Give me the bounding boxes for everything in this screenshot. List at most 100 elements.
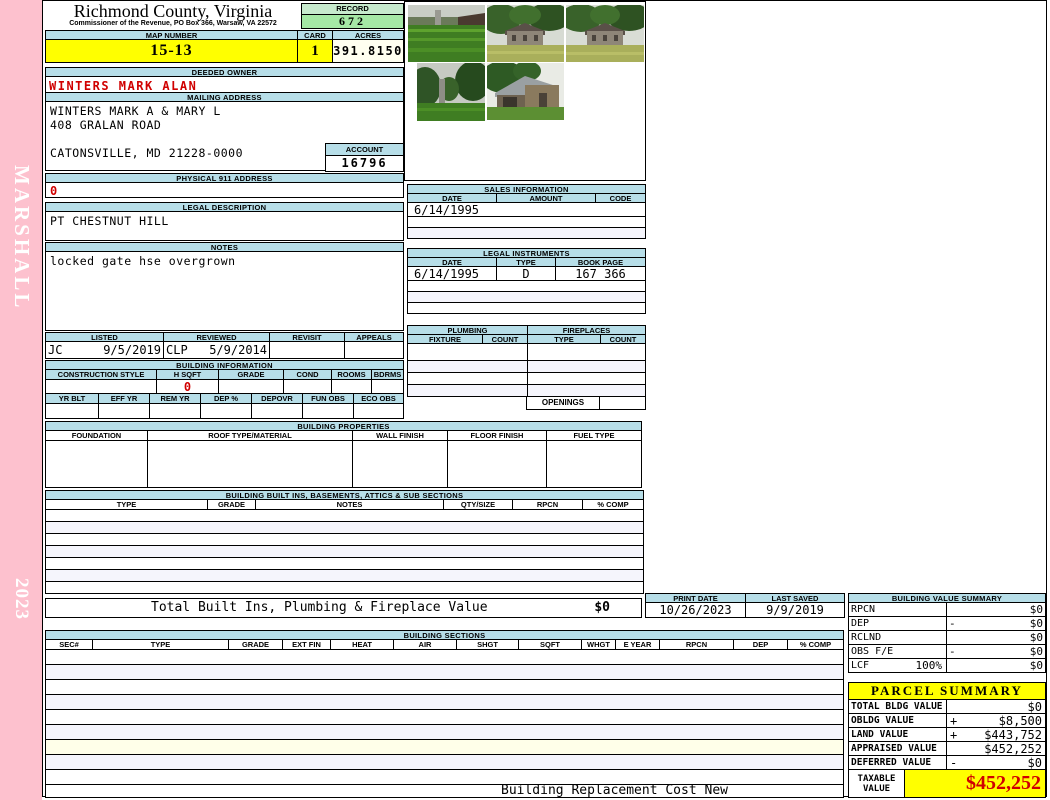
col-bi-comp: % COMP xyxy=(582,500,643,509)
col-floor-finish: FLOOR FINISH xyxy=(447,431,546,440)
col-rooms: ROOMS xyxy=(331,370,371,379)
bvs-lcf-cell: LCF 100% xyxy=(849,659,946,672)
bvs-row: RCLND $0 xyxy=(848,630,1046,645)
col-sqft: SQFT xyxy=(518,640,581,649)
col-ext-fin: EXT FIN xyxy=(282,640,330,649)
col-bs-comp: % COMP xyxy=(787,640,843,649)
barn-photo[interactable] xyxy=(487,63,564,120)
farmhouse-photo-1[interactable] xyxy=(487,5,564,62)
bvs-op: - xyxy=(949,617,956,630)
col-foundation: FOUNDATION xyxy=(46,431,147,440)
bvs-value: $0 xyxy=(1029,631,1043,644)
account-value: 16796 xyxy=(341,156,388,170)
acres-label: ACRES xyxy=(332,31,403,39)
plumbing-row-empty xyxy=(407,343,646,361)
col-eyear: E YEAR xyxy=(615,640,659,649)
parcel-label: OBLDG VALUE xyxy=(851,715,914,726)
col-sale-amount: AMOUNT xyxy=(496,194,595,202)
built-ins-total-row: Total Built Ins, Plumbing & Fireplace Va… xyxy=(45,598,642,618)
bvs-label: OBS F/E xyxy=(851,646,894,657)
page-subtitle: Commissioner of the Revenue, PO Box 366,… xyxy=(69,20,277,27)
parcel-label: APPRAISED VALUE xyxy=(851,743,937,754)
building-sections-row-empty xyxy=(45,724,844,740)
hsqft-value: 0 xyxy=(156,380,218,393)
col-fixture-count: COUNT xyxy=(482,335,527,343)
revisit-cell xyxy=(269,342,344,358)
appeals-cell xyxy=(344,342,403,358)
parcel-value-cell: + $8,500 xyxy=(946,714,1045,727)
col-yr-blt: YR BLT xyxy=(46,394,98,403)
map-card-acres-values: 15-13 1 391.8150 xyxy=(45,39,404,63)
openings-label: OPENINGS xyxy=(527,397,600,409)
taxable-value-amount: $452,252 xyxy=(904,770,1045,797)
parcel-row: LAND VALUE + $443,752 xyxy=(848,727,1046,742)
parcel-value-cell: $452,252 xyxy=(946,742,1045,755)
col-bs-dep: DEP xyxy=(733,640,787,649)
bvs-row: DEP - $0 xyxy=(848,616,1046,631)
col-listed: LISTED xyxy=(46,333,163,341)
mailing-line: 408 GRALAN ROAD xyxy=(50,118,162,132)
col-sec: SEC# xyxy=(46,640,92,649)
listed-date: 9/5/2019 xyxy=(103,343,161,357)
map-number-value: 15-13 xyxy=(46,40,297,62)
col-sale-code: CODE xyxy=(595,194,645,202)
bvs-label: RCLND xyxy=(851,632,882,643)
col-hsqft: H SQFT xyxy=(156,370,218,379)
bvs-row: OBS F/E - $0 xyxy=(848,644,1046,659)
col-bs-rpcn: RPCN xyxy=(659,640,733,649)
building-sections-row-empty xyxy=(45,754,844,770)
parcel-row: OBLDG VALUE + $8,500 xyxy=(848,713,1046,728)
parcel-value: $452,252 xyxy=(984,742,1042,755)
bvs-value: $0 xyxy=(1029,659,1043,672)
building-replacement-footer: Building Replacement Cost New xyxy=(45,784,844,798)
parcel-label: LAND VALUE xyxy=(851,729,909,740)
col-eff-yr: EFF YR xyxy=(98,394,149,403)
col-air: AIR xyxy=(393,640,456,649)
bvs-op: - xyxy=(949,645,956,658)
instrument-date: 6/14/1995 xyxy=(414,267,480,280)
legal-instrument-row: 6/14/1995 D 167 366 xyxy=(407,266,646,281)
building-properties-values xyxy=(45,440,642,488)
col-fun-obs: FUN OBS xyxy=(302,394,353,403)
chimney-trees-photo[interactable] xyxy=(417,63,485,121)
farmhouse-photo-2[interactable] xyxy=(566,5,644,62)
col-bi-notes: NOTES xyxy=(255,500,443,509)
col-depovr: DEPOVR xyxy=(251,394,302,403)
bvs-value-cell: $0 xyxy=(946,659,1045,672)
col-heat: HEAT xyxy=(330,640,393,649)
col-bs-grade: GRADE xyxy=(228,640,282,649)
print-info-value-row: 10/26/2023 9/9/2019 xyxy=(645,602,845,618)
legal-description-value: PT CHESTNUT HILL xyxy=(45,211,404,241)
notes-value: locked gate hse overgrown xyxy=(45,251,404,331)
binder-vertical-label-top: MARSHALL xyxy=(10,165,34,311)
title-block: Richmond County, Virginia Commissioner o… xyxy=(45,2,301,29)
instrument-book-page: 167 366 xyxy=(555,267,645,280)
corn-field-photo[interactable] xyxy=(408,5,485,62)
binder-vertical-label-year: 2023 xyxy=(11,578,32,620)
acres-value: 391.8150 xyxy=(332,40,403,62)
building-sections-row-empty xyxy=(45,709,844,725)
col-construction-style: CONSTRUCTION STYLE xyxy=(46,370,156,379)
fireplaces-title: FIREPLACES xyxy=(527,326,645,334)
taxable-value-row: TAXABLE VALUE $452,252 xyxy=(848,769,1046,798)
record-box: RECORD 672 xyxy=(301,3,404,29)
instrument-type: D xyxy=(496,267,555,280)
physical-address-value: 0 xyxy=(45,182,404,198)
col-grade: GRADE xyxy=(218,370,283,379)
col-fixture: FIXTURE xyxy=(408,335,482,343)
col-book-page: BOOK PAGE xyxy=(555,258,645,266)
parcel-summary-title: PARCEL SUMMARY xyxy=(848,682,1046,700)
col-fireplace-type: TYPE xyxy=(527,335,600,343)
col-bi-rpcn: RPCN xyxy=(512,500,582,509)
parcel-value: $443,752 xyxy=(984,728,1042,741)
col-fireplace-count: COUNT xyxy=(600,335,645,343)
bvs-value-cell: $0 xyxy=(946,631,1045,644)
deeded-owner-value: WINTERS MARK ALAN xyxy=(45,76,404,93)
building-sections-row-empty xyxy=(45,649,844,665)
col-wall-finish: WALL FINISH xyxy=(352,431,447,440)
sales-row-empty xyxy=(407,227,646,239)
bvs-label: DEP xyxy=(851,618,870,629)
parcel-label: TOTAL BLDG VALUE xyxy=(851,701,943,712)
page-title: Richmond County, Virginia xyxy=(73,1,273,21)
building-info-values1: 0 xyxy=(45,379,404,394)
